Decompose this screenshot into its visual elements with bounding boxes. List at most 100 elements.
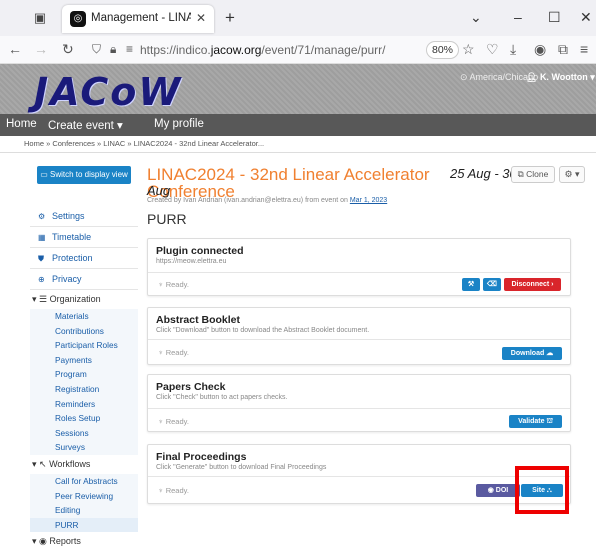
sidebar-group-label: Organization [49, 294, 101, 304]
status-text: Ready. [165, 486, 189, 495]
card-description: Click "Download" button to download the … [156, 327, 370, 334]
doi-button[interactable]: ◉ DOI [476, 484, 520, 497]
sidebar-label: Privacy [52, 274, 82, 284]
reload-icon[interactable]: ↻ [62, 41, 74, 58]
create-event-label: Create event [48, 120, 114, 132]
sidebar-item-timetable[interactable]: ▦ Timetable [30, 227, 138, 248]
url-suffix: /event/71/manage/purr/ [261, 43, 386, 57]
forward-icon[interactable]: → [34, 41, 48, 57]
sidebar-sub-item[interactable]: Program [30, 367, 138, 382]
validate-button[interactable]: Validate ⛫ [509, 415, 562, 428]
jacow-logo[interactable]: JACoW [34, 70, 182, 114]
card-status: ♆ Ready. [158, 280, 189, 289]
user-name: K. Wootton [539, 72, 588, 82]
sidebar-sub-item[interactable]: Peer Reviewing [30, 488, 138, 504]
sidebar-sub-item[interactable]: Editing [30, 503, 138, 518]
sidebar-group-label: Workflows [49, 458, 91, 469]
address-bar[interactable]: ⛉ 🔒︎ ≡ https://indico.jacow.org/event/71… [92, 40, 410, 60]
switch-display-view-button[interactable]: ▭ Switch to display view [37, 166, 131, 184]
created-date-link[interactable]: Mar 1, 2023 [350, 197, 387, 204]
event-settings-button[interactable]: ⚙ ▾ [559, 166, 585, 183]
site-header: JACoW ⊙ America/Chicago 👤︎ K. Wootton ▾ [0, 64, 596, 114]
privacy-icon: ⊕ [38, 275, 45, 284]
close-window-icon[interactable]: ✕ [580, 9, 592, 26]
main-menu: Home Create event ▾ My profile [0, 114, 596, 136]
menu-my-profile[interactable]: My profile [154, 118, 204, 130]
back-icon[interactable]: ← [8, 41, 22, 57]
shield-icon: ⛊ [38, 254, 44, 263]
delete-icon-button[interactable]: ⌫ [483, 278, 501, 291]
user-menu[interactable]: 👤︎ K. Wootton ▾ [526, 72, 595, 83]
sidebar-label: Settings [52, 211, 85, 221]
sidebar-sub-item[interactable]: Materials [30, 309, 138, 324]
clone-label: Clone [526, 169, 549, 179]
sidebar-group-reports[interactable]: ▾ ◉ Reports [30, 532, 138, 546]
card-plugin-connected: Plugin connected https://meow.elettra.eu… [147, 238, 571, 296]
card-divider [148, 339, 570, 340]
created-by: Created by Ivan Andrian (ivan.andrian@el… [147, 197, 387, 204]
card-abstract-booklet: Abstract Booklet Click "Download" button… [147, 307, 571, 365]
menu-home[interactable]: Home [6, 118, 37, 130]
card-title: Abstract Booklet [156, 314, 241, 326]
close-tab-icon[interactable]: ✕ [196, 11, 206, 25]
download-icon[interactable]: ⤓ [510, 41, 516, 58]
card-divider [148, 408, 570, 409]
sidebar-group-organization[interactable]: ▾ ☰ Organization [30, 290, 138, 309]
sidebar-sub-item[interactable]: Payments [30, 352, 138, 368]
reader-icon[interactable]: ≡ [126, 42, 133, 56]
sidebar-item-protection[interactable]: ⛊ Protection [30, 248, 138, 269]
annotation-highlight-box [515, 466, 569, 514]
url-prefix: https://indico. [140, 43, 211, 57]
validate-label: Validate [518, 418, 545, 425]
sidebar-sub-item[interactable]: Reminders [30, 396, 138, 412]
card-status: ♆ Ready. [158, 417, 189, 426]
sidebar-sub-item[interactable]: Surveys [30, 440, 138, 455]
sidebar-sub-item-active[interactable]: PURR [30, 517, 138, 533]
card-description: Click "Generate" button to download Fina… [156, 464, 327, 471]
doi-label: DOI [495, 487, 509, 494]
new-tab-icon[interactable]: + [225, 8, 235, 28]
created-text: Created by Ivan Andrian (ivan.andrian@el… [147, 197, 350, 204]
card-status: ♆ Ready. [158, 348, 189, 357]
sidebar-sub-item[interactable]: Roles Setup [30, 411, 138, 426]
maximize-icon[interactable]: ☐ [548, 9, 561, 26]
sidebar-group-workflows[interactable]: ▾ ↖ Workflows [30, 455, 138, 474]
bookmark-star-icon[interactable]: ☆ [462, 41, 475, 58]
event-dates: 25 Aug - 30 [450, 166, 517, 181]
account-icon[interactable]: ◉ [534, 41, 546, 58]
browser-tab-bar: ▣ ◎ Management - LINAC2024 - 32n ✕ + ⌄ –… [0, 0, 596, 36]
status-text: Ready. [165, 348, 189, 357]
breadcrumb-text[interactable]: Home » Conferences » LINAC » LINAC2024 -… [24, 139, 264, 148]
sidebar-sub-item[interactable]: Contributions [30, 323, 138, 339]
minimize-icon[interactable]: – [514, 9, 522, 25]
chevron-down-icon[interactable]: ⌄ [470, 9, 482, 26]
url-domain: jacow.org [210, 43, 262, 57]
download-button[interactable]: Download ☁ [502, 347, 562, 360]
url-text[interactable]: https://indico.jacow.org/event/71/manage… [140, 43, 386, 57]
event-dates-end: Aug [147, 183, 171, 198]
card-description: Click "Check" button to act papers check… [156, 394, 288, 401]
sidebar-sub-item[interactable]: Sessions [30, 425, 138, 441]
pocket-icon[interactable]: ♡ [486, 41, 499, 58]
clone-button[interactable]: ⧉ Clone [511, 166, 555, 183]
menu-icon[interactable]: ≡ [580, 41, 588, 57]
event-title[interactable]: LINAC2024 - 32nd Linear Accelerator Conf… [147, 166, 447, 200]
download-label: Download [510, 350, 545, 357]
sidebar-sub-item[interactable]: Participant Roles [30, 338, 138, 353]
management-sidebar: ⚙ Settings ▦ Timetable ⛊ Protection ⊕ Privac… [30, 206, 138, 546]
disconnect-button[interactable]: Disconnect › [504, 278, 561, 291]
lock-icon: 🔒︎ [110, 42, 117, 56]
card-description: https://meow.elettra.eu [156, 258, 227, 265]
tab-list-icon[interactable]: ▣ [32, 10, 48, 26]
sidebar-item-privacy[interactable]: ⊕ Privacy [30, 269, 138, 290]
sidebar-sub-item[interactable]: Registration [30, 381, 138, 397]
extensions-icon[interactable]: ⧉ [558, 41, 568, 58]
menu-create-event[interactable]: Create event ▾ [48, 118, 123, 132]
browser-tab[interactable]: ◎ Management - LINAC2024 - 32n ✕ [62, 5, 214, 33]
settings-icon-button[interactable]: ⚒ [462, 278, 480, 291]
sidebar-item-settings[interactable]: ⚙ Settings [30, 206, 138, 227]
card-title: Final Proceedings [156, 451, 247, 463]
sidebar-sub-item[interactable]: Call for Abstracts [30, 473, 138, 489]
zoom-level[interactable]: 80% [426, 41, 460, 59]
sidebar-label: Timetable [52, 232, 92, 242]
